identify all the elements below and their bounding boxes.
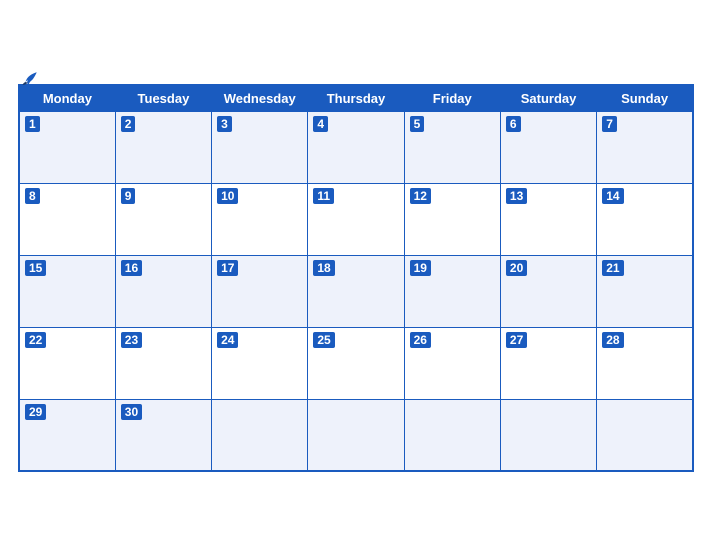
day-cell-22: 22 <box>19 327 115 399</box>
day-number-30: 30 <box>121 404 142 420</box>
day-number-27: 27 <box>506 332 527 348</box>
empty-cell <box>308 399 404 471</box>
day-cell-9: 9 <box>115 183 211 255</box>
calendar-table: MondayTuesdayWednesdayThursdayFridaySatu… <box>18 84 694 473</box>
empty-cell <box>212 399 308 471</box>
weekday-header-monday: Monday <box>19 85 115 112</box>
day-number-29: 29 <box>25 404 46 420</box>
empty-cell <box>597 399 693 471</box>
day-cell-20: 20 <box>500 255 596 327</box>
day-number-6: 6 <box>506 116 521 132</box>
weekday-header-friday: Friday <box>404 85 500 112</box>
day-number-7: 7 <box>602 116 617 132</box>
day-cell-7: 7 <box>597 111 693 183</box>
weekday-header-thursday: Thursday <box>308 85 404 112</box>
day-cell-29: 29 <box>19 399 115 471</box>
day-number-12: 12 <box>410 188 431 204</box>
day-cell-16: 16 <box>115 255 211 327</box>
week-row-3: 15 16 17 18 19 20 21 <box>19 255 693 327</box>
day-cell-8: 8 <box>19 183 115 255</box>
day-cell-23: 23 <box>115 327 211 399</box>
day-cell-11: 11 <box>308 183 404 255</box>
weekday-header-wednesday: Wednesday <box>212 85 308 112</box>
day-number-28: 28 <box>602 332 623 348</box>
day-number-13: 13 <box>506 188 527 204</box>
empty-cell <box>500 399 596 471</box>
calendar-container: MondayTuesdayWednesdayThursdayFridaySatu… <box>0 60 712 491</box>
day-number-14: 14 <box>602 188 623 204</box>
week-row-5: 29 30 <box>19 399 693 471</box>
day-cell-13: 13 <box>500 183 596 255</box>
day-number-8: 8 <box>25 188 40 204</box>
week-row-4: 22 23 24 25 26 27 28 <box>19 327 693 399</box>
day-number-1: 1 <box>25 116 40 132</box>
day-cell-30: 30 <box>115 399 211 471</box>
day-number-4: 4 <box>313 116 328 132</box>
week-row-2: 8 9 10 11 12 13 14 <box>19 183 693 255</box>
day-cell-6: 6 <box>500 111 596 183</box>
day-number-22: 22 <box>25 332 46 348</box>
day-cell-2: 2 <box>115 111 211 183</box>
day-cell-3: 3 <box>212 111 308 183</box>
day-cell-4: 4 <box>308 111 404 183</box>
day-cell-19: 19 <box>404 255 500 327</box>
weekday-header-sunday: Sunday <box>597 85 693 112</box>
day-cell-21: 21 <box>597 255 693 327</box>
day-cell-18: 18 <box>308 255 404 327</box>
day-cell-5: 5 <box>404 111 500 183</box>
day-number-18: 18 <box>313 260 334 276</box>
day-cell-26: 26 <box>404 327 500 399</box>
day-cell-25: 25 <box>308 327 404 399</box>
empty-cell <box>404 399 500 471</box>
calendar-header <box>18 70 694 78</box>
day-number-19: 19 <box>410 260 431 276</box>
day-number-15: 15 <box>25 260 46 276</box>
day-number-25: 25 <box>313 332 334 348</box>
day-cell-28: 28 <box>597 327 693 399</box>
day-number-24: 24 <box>217 332 238 348</box>
logo-bird-icon <box>21 70 39 88</box>
day-number-20: 20 <box>506 260 527 276</box>
day-cell-17: 17 <box>212 255 308 327</box>
day-cell-24: 24 <box>212 327 308 399</box>
day-number-26: 26 <box>410 332 431 348</box>
day-number-9: 9 <box>121 188 136 204</box>
day-number-21: 21 <box>602 260 623 276</box>
day-cell-14: 14 <box>597 183 693 255</box>
day-cell-27: 27 <box>500 327 596 399</box>
day-number-11: 11 <box>313 188 334 204</box>
day-number-16: 16 <box>121 260 142 276</box>
day-number-17: 17 <box>217 260 238 276</box>
day-cell-10: 10 <box>212 183 308 255</box>
week-row-1: 1 2 3 4 5 6 7 <box>19 111 693 183</box>
weekday-header-tuesday: Tuesday <box>115 85 211 112</box>
weekday-header-saturday: Saturday <box>500 85 596 112</box>
day-number-2: 2 <box>121 116 136 132</box>
day-number-3: 3 <box>217 116 232 132</box>
calendar-thead: MondayTuesdayWednesdayThursdayFridaySatu… <box>19 85 693 112</box>
day-number-5: 5 <box>410 116 425 132</box>
day-cell-1: 1 <box>19 111 115 183</box>
day-number-10: 10 <box>217 188 238 204</box>
day-cell-12: 12 <box>404 183 500 255</box>
day-number-23: 23 <box>121 332 142 348</box>
weekday-header-row: MondayTuesdayWednesdayThursdayFridaySatu… <box>19 85 693 112</box>
calendar-tbody: 1234567891011121314151617181920212223242… <box>19 111 693 471</box>
day-cell-15: 15 <box>19 255 115 327</box>
logo-area <box>18 70 39 88</box>
